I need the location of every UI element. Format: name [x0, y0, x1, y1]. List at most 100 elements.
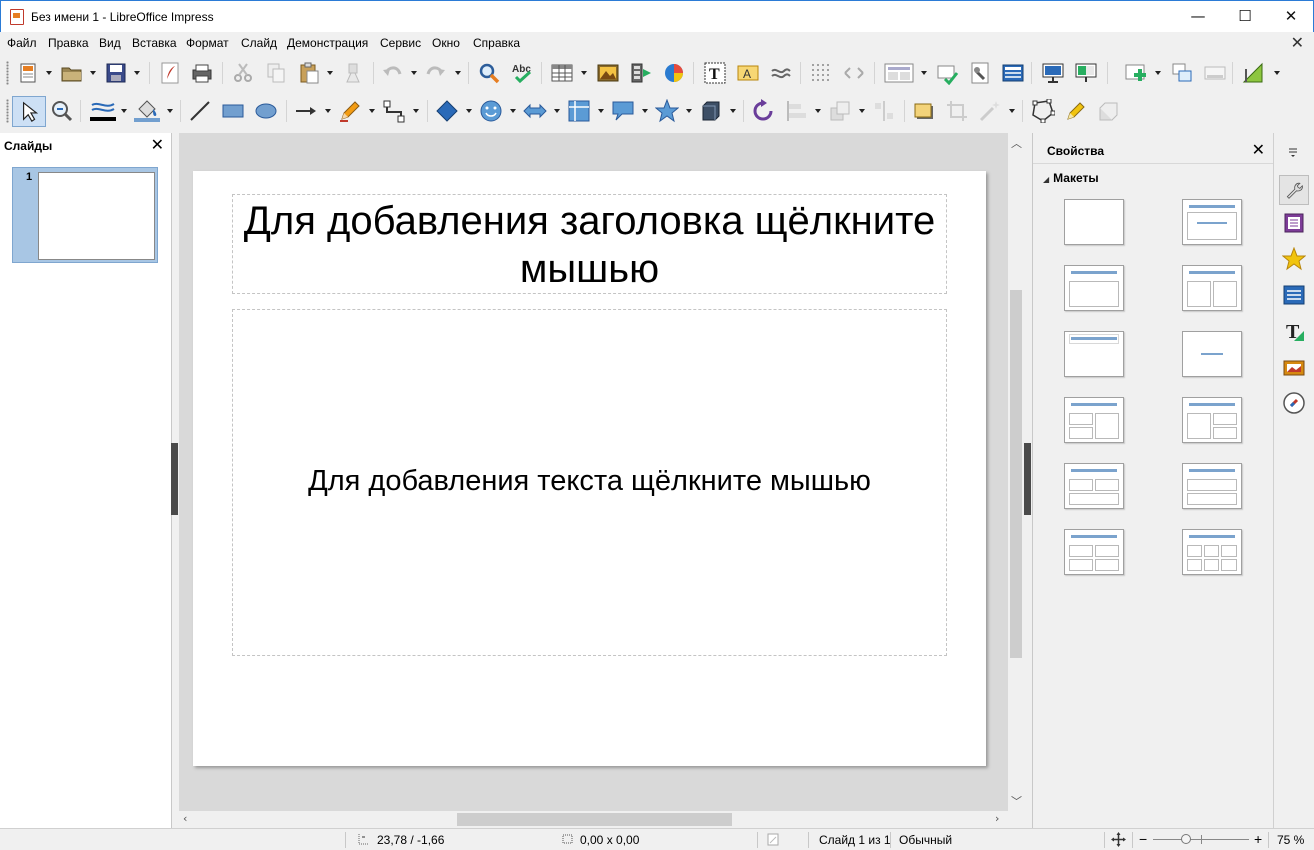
close-window-button[interactable]: ✕ [1268, 1, 1314, 31]
slide-canvas[interactable]: Для добавления заголовка щёлкните мышью … [193, 171, 986, 766]
menu-slide[interactable]: Слайд [241, 36, 277, 50]
close-sidebar-icon[interactable]: ✕ [1252, 140, 1265, 159]
chevron-down-icon[interactable] [921, 71, 927, 75]
chevron-down-icon[interactable] [510, 109, 516, 113]
slide-layout-icon[interactable] [884, 61, 914, 85]
line-tool-icon[interactable] [188, 99, 212, 123]
master-slide-icon[interactable] [1001, 61, 1025, 85]
toolbar-grip[interactable] [6, 99, 9, 123]
new-slide-icon[interactable] [1124, 61, 1148, 85]
master-slide-name[interactable]: Обычный [899, 833, 952, 847]
chevron-down-icon[interactable] [325, 109, 331, 113]
animation-tab-icon[interactable] [1282, 247, 1306, 271]
basic-shapes-icon[interactable] [435, 99, 459, 123]
image-icon[interactable] [596, 61, 620, 85]
layout-blank[interactable] [1064, 199, 1124, 245]
duplicate-slide-icon[interactable] [935, 61, 959, 85]
menu-file[interactable]: Файл [7, 36, 37, 50]
rectangle-tool-icon[interactable] [221, 99, 245, 123]
horizontal-scroll-thumb[interactable] [457, 813, 732, 826]
scroll-right-icon[interactable]: › [995, 812, 999, 825]
ellipse-tool-icon[interactable] [254, 99, 278, 123]
zoom-slider-thumb[interactable] [1181, 834, 1191, 844]
chevron-down-icon[interactable] [134, 71, 140, 75]
chevron-down-icon[interactable] [554, 109, 560, 113]
fontwork-icon[interactable]: A [736, 61, 760, 85]
collapse-slides-panel-handle[interactable] [171, 443, 178, 515]
layout-title-4-content[interactable] [1064, 529, 1124, 575]
master-slides-tab-icon[interactable] [1282, 211, 1306, 235]
zoom-level[interactable]: 75 % [1277, 833, 1304, 847]
select-tool-button[interactable] [12, 96, 46, 127]
arrow-line-icon[interactable] [294, 99, 318, 123]
content-placeholder[interactable]: Для добавления текста щёлкните мышью [232, 309, 947, 656]
chevron-down-icon[interactable] [455, 71, 461, 75]
navigator-tab-icon[interactable] [1282, 391, 1306, 415]
crop-icon[interactable] [945, 99, 969, 123]
menu-edit[interactable]: Правка [48, 36, 89, 50]
redo-icon[interactable] [423, 61, 447, 85]
media-icon[interactable] [629, 61, 653, 85]
transformations-icon[interactable] [1241, 61, 1265, 85]
chevron-down-icon[interactable] [730, 109, 736, 113]
callouts-icon[interactable] [611, 99, 635, 123]
slide-editor-workspace[interactable]: Для добавления заголовка щёлкните мышью … [179, 133, 1008, 811]
layout-centered-text[interactable] [1182, 331, 1242, 377]
freeform-pencil-icon[interactable] [338, 99, 362, 123]
chevron-down-icon[interactable] [598, 109, 604, 113]
chevron-down-icon[interactable] [1155, 71, 1161, 75]
close-slides-panel-icon[interactable]: ✕ [151, 135, 164, 154]
chevron-down-icon[interactable] [167, 109, 173, 113]
clone-formatting-icon[interactable] [341, 61, 365, 85]
chart-icon[interactable] [662, 61, 686, 85]
block-arrows-icon[interactable] [523, 99, 547, 123]
scroll-down-icon[interactable]: ﹀ [1011, 793, 1022, 809]
chevron-down-icon[interactable] [815, 109, 821, 113]
find-replace-icon[interactable] [477, 61, 501, 85]
chevron-down-icon[interactable] [46, 71, 52, 75]
menu-help[interactable]: Справка [473, 36, 520, 50]
connector-icon[interactable] [382, 99, 406, 123]
fill-color-icon[interactable] [133, 99, 161, 123]
toolbar-grip[interactable] [6, 61, 9, 85]
zoom-in-button[interactable]: + [1254, 831, 1262, 847]
horizontal-scrollbar[interactable]: ‹ › [179, 811, 1008, 828]
layout-title-2-content-over-content[interactable] [1064, 463, 1124, 509]
paste-icon[interactable] [297, 61, 321, 85]
chevron-down-icon[interactable] [121, 109, 127, 113]
filter-wand-icon[interactable] [978, 99, 1002, 123]
chevron-down-icon[interactable] [581, 71, 587, 75]
distribute-icon[interactable] [872, 99, 896, 123]
document-modified-icon[interactable] [766, 833, 780, 846]
scroll-up-icon[interactable]: ︿ [1011, 135, 1022, 151]
special-character-icon[interactable] [769, 61, 793, 85]
menu-view[interactable]: Вид [99, 36, 121, 50]
arrange-icon[interactable] [828, 99, 852, 123]
display-grid-icon[interactable] [809, 61, 833, 85]
vertical-scroll-thumb[interactable] [1010, 290, 1022, 658]
fit-slide-icon[interactable] [1111, 832, 1126, 847]
text-box-icon[interactable]: T [703, 61, 727, 85]
zoom-out-button[interactable]: − [1139, 831, 1147, 847]
copy-icon[interactable] [264, 61, 288, 85]
new-document-icon[interactable] [17, 61, 41, 85]
layout-title-content[interactable] [1064, 265, 1124, 311]
title-placeholder[interactable]: Для добавления заголовка щёлкните мышью [232, 194, 947, 294]
layout-title-2-content[interactable] [1182, 265, 1242, 311]
vertical-scrollbar[interactable]: ︿ ﹀ [1008, 133, 1024, 811]
undo-icon[interactable] [381, 61, 405, 85]
slideshow-from-current-icon[interactable] [1074, 61, 1098, 85]
slide-thumbnail-1[interactable]: 1 [12, 167, 158, 263]
rotate-icon[interactable] [751, 99, 775, 123]
table-icon[interactable] [550, 61, 574, 85]
properties-tab[interactable] [1279, 175, 1309, 205]
stars-icon[interactable] [655, 99, 679, 123]
duplicate-slide-2-icon[interactable] [1170, 61, 1194, 85]
align-objects-icon[interactable] [784, 99, 808, 123]
chevron-down-icon[interactable] [411, 71, 417, 75]
menu-tools[interactable]: Сервис [380, 36, 421, 50]
layout-title-content-and-2-content[interactable] [1182, 397, 1242, 443]
chevron-down-icon[interactable] [642, 109, 648, 113]
layout-title-content-over-content[interactable] [1182, 463, 1242, 509]
chevron-down-icon[interactable] [1009, 109, 1015, 113]
